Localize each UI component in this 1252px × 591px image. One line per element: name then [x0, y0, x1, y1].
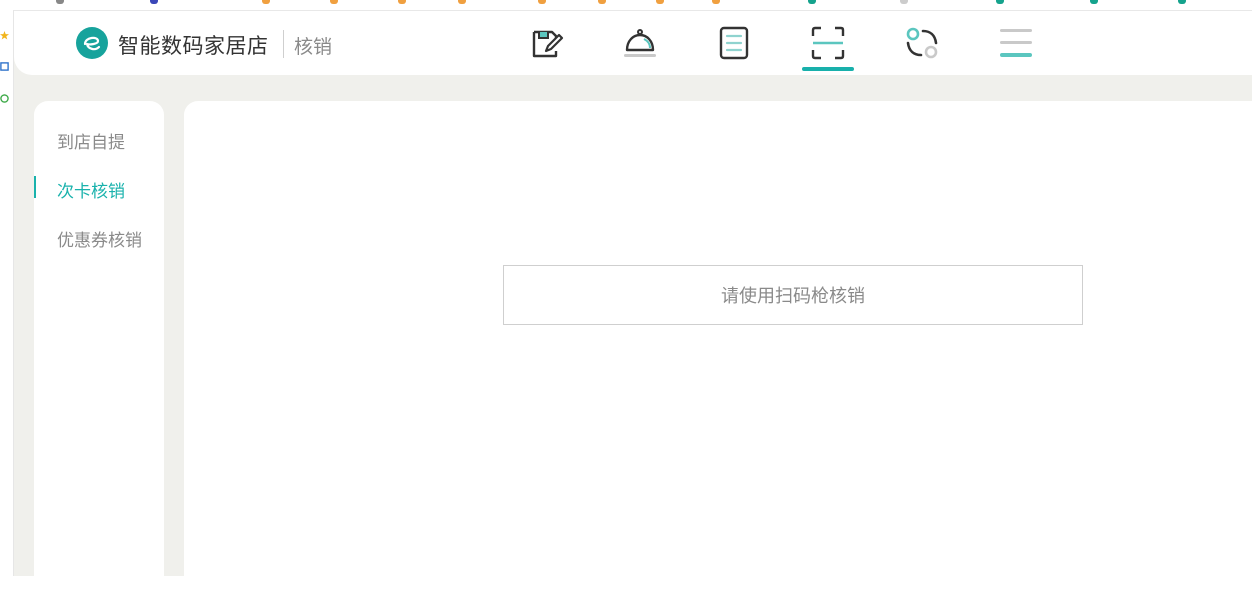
bookmark-icon[interactable]: [808, 0, 816, 4]
reader-icon[interactable]: [0, 62, 9, 71]
main-panel: 请使用扫码枪核销: [184, 101, 1252, 591]
store-logo[interactable]: [76, 27, 108, 59]
bookmark-icon[interactable]: [996, 0, 1004, 4]
nav-toggle-button[interactable]: [902, 23, 942, 63]
scan-frame-icon: [811, 26, 845, 60]
app-root: 智能数码家居店 核销 到店自提 次卡核销 优惠券核销 请使用扫码枪核销: [14, 11, 1252, 591]
bookmark-icon[interactable]: [656, 0, 664, 4]
bookmark-icon[interactable]: [1090, 0, 1098, 4]
header-divider: [283, 30, 284, 58]
top-header: 智能数码家居店 核销: [14, 11, 1252, 75]
logo-e-icon: [83, 36, 101, 51]
bookmark-icon[interactable]: [56, 0, 64, 4]
bookmark-icon[interactable]: [712, 0, 720, 4]
browser-side-strip: [0, 10, 14, 576]
nav-edit-button[interactable]: [526, 23, 566, 63]
bookmark-icon[interactable]: [262, 0, 270, 4]
bookmark-icon[interactable]: [538, 0, 546, 4]
page-title: 核销: [294, 36, 333, 58]
bookmark-icon[interactable]: [458, 0, 466, 4]
sidebar-item-pickup[interactable]: 到店自提: [57, 128, 125, 153]
store-name: 智能数码家居店: [118, 34, 269, 58]
nav-service-button[interactable]: [620, 23, 660, 63]
circle-icon[interactable]: [0, 94, 9, 103]
menu-lines-icon: [1000, 29, 1032, 57]
bookmark-icon[interactable]: [330, 0, 338, 4]
nav-orders-button[interactable]: [714, 23, 754, 63]
bookmark-icon[interactable]: [398, 0, 406, 4]
document-list-icon: [719, 26, 749, 60]
bookmark-icon[interactable]: [1178, 0, 1186, 4]
service-bell-icon: [624, 29, 656, 57]
bookmark-icon[interactable]: [150, 0, 158, 4]
toggle-circles-icon: [906, 27, 938, 59]
sidebar-item-card-redeem[interactable]: 次卡核销: [57, 177, 125, 202]
browser-bookmark-strip: [0, 0, 1252, 11]
sidebar-active-marker: [34, 176, 36, 198]
active-tab-indicator: [802, 67, 854, 71]
nav-menu-button[interactable]: [996, 23, 1036, 63]
sidebar: 到店自提 次卡核销 优惠券核销: [34, 101, 164, 591]
bookmark-icon[interactable]: [598, 0, 606, 4]
sidebar-item-coupon-redeem[interactable]: 优惠券核销: [57, 226, 142, 251]
nav-scan-button[interactable]: [808, 23, 848, 63]
edit-note-icon: [532, 30, 564, 58]
scan-input[interactable]: 请使用扫码枪核销: [503, 265, 1083, 325]
bookmark-icon[interactable]: [900, 0, 908, 4]
star-icon[interactable]: [0, 31, 9, 40]
